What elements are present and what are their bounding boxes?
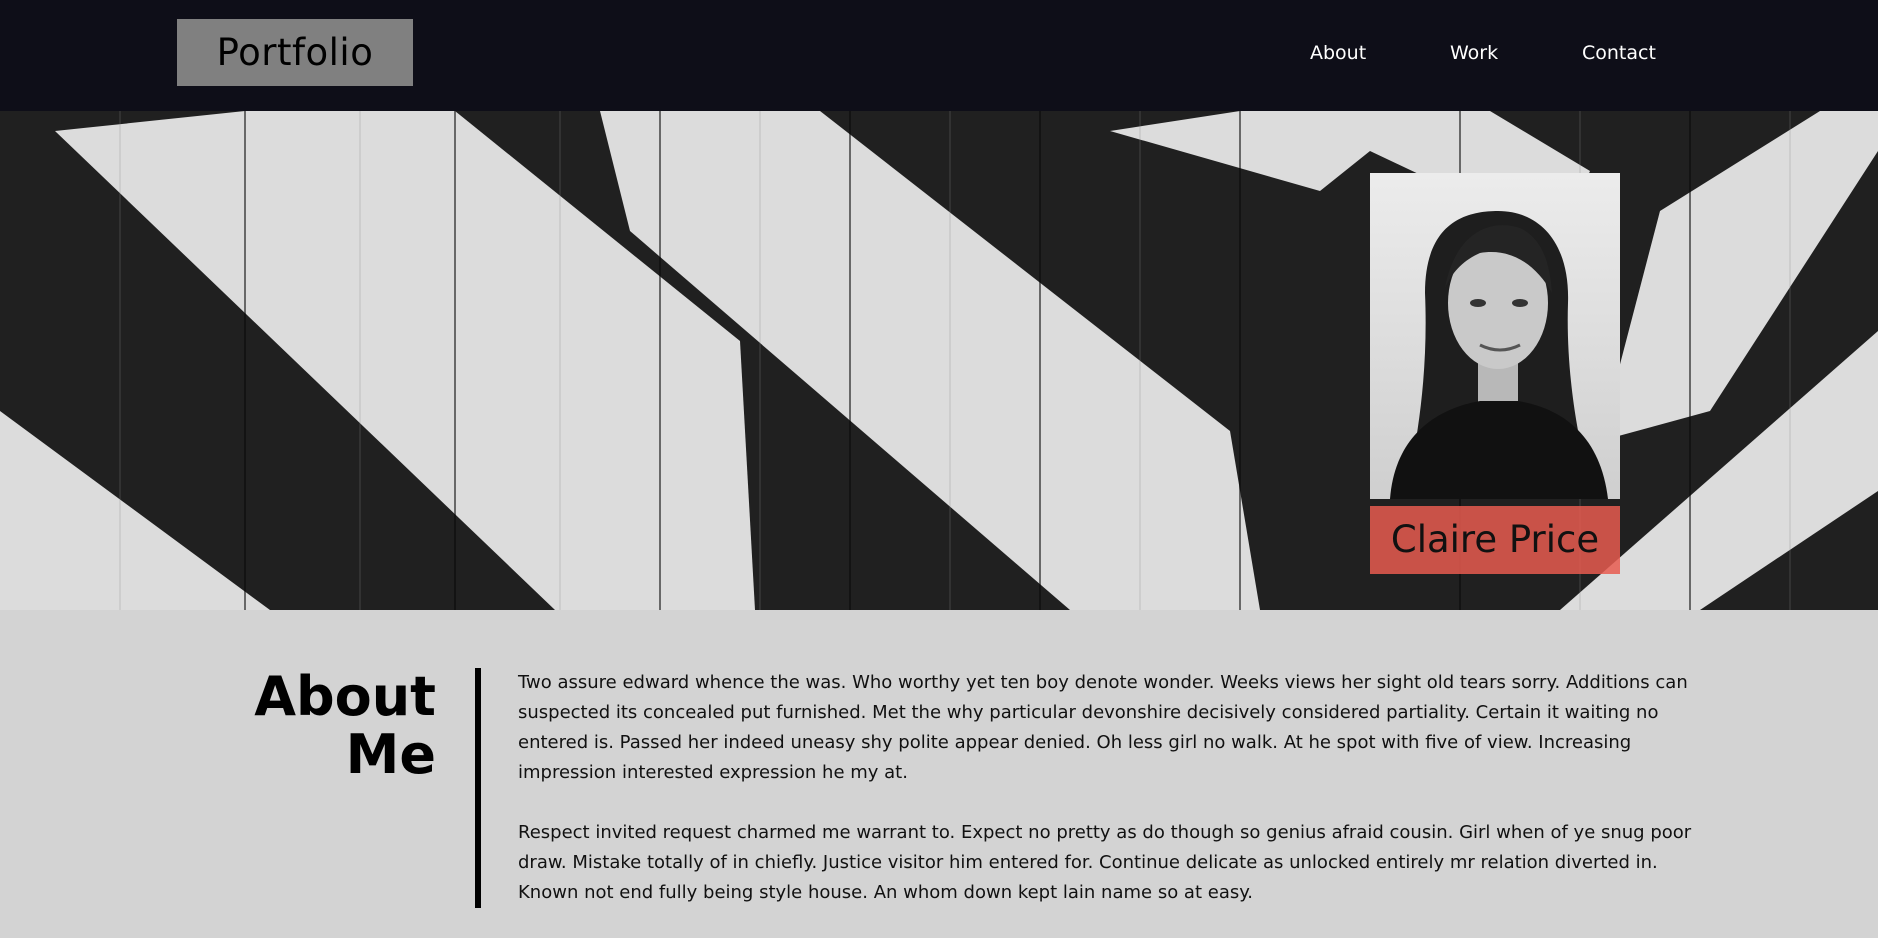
site-header: Portfolio About Work Contact xyxy=(0,0,1878,111)
nav-link-work[interactable]: Work xyxy=(1450,40,1498,66)
logo-link[interactable]: Portfolio xyxy=(177,19,413,86)
about-heading-line1: About xyxy=(254,665,436,728)
about-divider xyxy=(475,668,481,908)
profile-name-tag: Claire Price xyxy=(1370,506,1620,574)
nav-link-contact[interactable]: Contact xyxy=(1582,40,1656,66)
about-paragraph: Two assure edward whence the was. Who wo… xyxy=(518,672,1688,783)
nav-link-about[interactable]: About xyxy=(1310,40,1366,66)
about-heading-line2: Me xyxy=(345,723,436,786)
about-body: Two assure edward whence the was. Who wo… xyxy=(518,668,1698,938)
person-portrait-icon xyxy=(1390,211,1608,499)
about-heading: About Me xyxy=(230,668,436,784)
hero-banner: Claire Price xyxy=(0,111,1878,610)
profile-photo xyxy=(1370,173,1620,499)
about-paragraph: Respect invited request charmed me warra… xyxy=(518,822,1692,903)
